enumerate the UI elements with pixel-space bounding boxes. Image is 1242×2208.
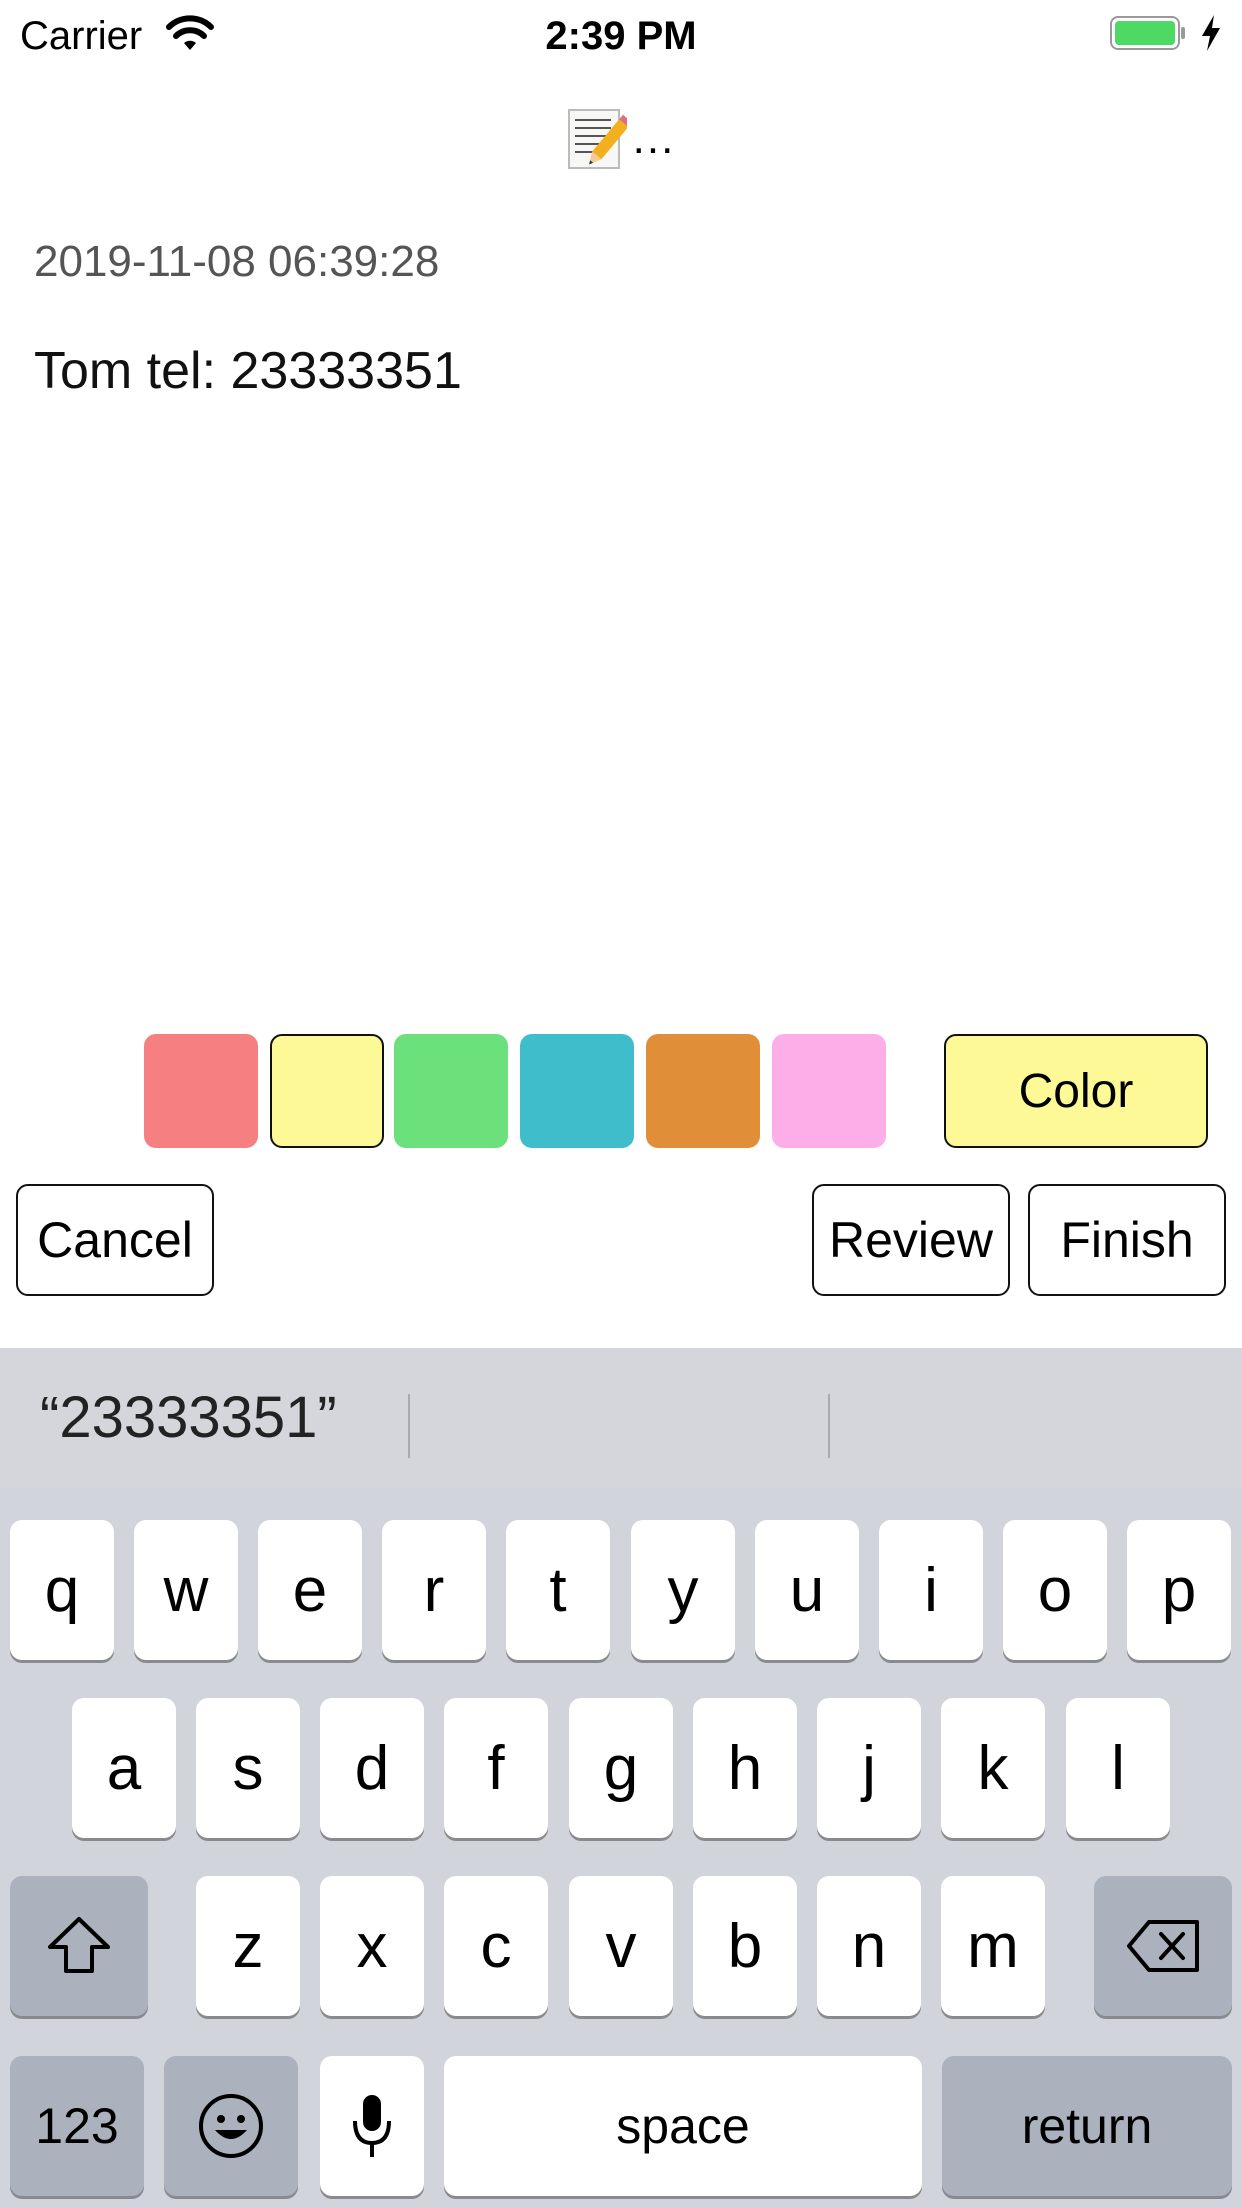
shift-key[interactable] <box>10 1876 148 2016</box>
finish-button[interactable]: Finish <box>1028 1184 1226 1296</box>
emoji-icon <box>199 2094 263 2158</box>
numbers-key-label: 123 <box>35 2098 119 2154</box>
key-g[interactable]: g <box>569 1698 673 1838</box>
numbers-key[interactable]: 123 <box>10 2056 144 2196</box>
battery-icon <box>1110 16 1185 50</box>
keyboard: “23333351” q w e r t y u i o p a s d f g… <box>0 1348 1242 2208</box>
review-button[interactable]: Review <box>812 1184 1010 1296</box>
space-key[interactable]: space <box>444 2056 922 2196</box>
color-button[interactable]: Color <box>944 1034 1208 1148</box>
return-key-label: return <box>1021 2098 1153 2154</box>
status-time: 2:39 PM <box>545 14 697 58</box>
key-m[interactable]: m <box>941 1876 1045 2016</box>
key-x[interactable]: x <box>320 1876 424 2016</box>
key-i[interactable]: i <box>879 1520 983 1660</box>
prediction-bar: “23333351” <box>0 1348 1242 1488</box>
prediction-divider <box>408 1394 410 1458</box>
key-q[interactable]: q <box>10 1520 114 1660</box>
note-text-editor[interactable]: Tom tel: 23333351 <box>34 338 462 404</box>
key-p[interactable]: p <box>1127 1520 1231 1660</box>
dictation-key[interactable] <box>320 2056 424 2196</box>
key-k[interactable]: k <box>941 1698 1045 1838</box>
prediction-divider <box>828 1394 830 1458</box>
delete-key[interactable] <box>1094 1876 1232 2016</box>
key-f[interactable]: f <box>444 1698 548 1838</box>
key-a[interactable]: a <box>72 1698 176 1838</box>
key-z[interactable]: z <box>196 1876 300 2016</box>
note-date: 2019-11-08 06:39:28 <box>34 237 440 286</box>
key-l[interactable]: l <box>1066 1698 1170 1838</box>
shift-arrow-icon <box>48 1917 110 1973</box>
key-u[interactable]: u <box>755 1520 859 1660</box>
cancel-button[interactable]: Cancel <box>16 1184 214 1296</box>
key-d[interactable]: d <box>320 1698 424 1838</box>
key-o[interactable]: o <box>1003 1520 1107 1660</box>
color-swatch-pink[interactable] <box>772 1034 886 1148</box>
key-y[interactable]: y <box>631 1520 735 1660</box>
key-v[interactable]: v <box>569 1876 673 2016</box>
prediction-suggestion[interactable]: “23333351” <box>40 1378 337 1458</box>
key-t[interactable]: t <box>506 1520 610 1660</box>
key-e[interactable]: e <box>258 1520 362 1660</box>
color-swatch-yellow[interactable] <box>270 1034 384 1148</box>
key-c[interactable]: c <box>444 1876 548 2016</box>
key-s[interactable]: s <box>196 1698 300 1838</box>
space-key-label: space <box>616 2098 750 2154</box>
key-j[interactable]: j <box>817 1698 921 1838</box>
color-swatch-teal[interactable] <box>520 1034 634 1148</box>
nav-title-text: ... <box>632 114 676 163</box>
key-n[interactable]: n <box>817 1876 921 2016</box>
microphone-icon <box>353 2095 391 2157</box>
color-swatch-red[interactable] <box>144 1034 258 1148</box>
key-b[interactable]: b <box>693 1876 797 2016</box>
backspace-icon <box>1127 1920 1199 1972</box>
key-r[interactable]: r <box>382 1520 486 1660</box>
memo-icon <box>567 109 627 169</box>
color-swatch-green[interactable] <box>394 1034 508 1148</box>
emoji-key[interactable] <box>164 2056 298 2196</box>
nav-title: ... <box>0 102 1242 176</box>
key-w[interactable]: w <box>134 1520 238 1660</box>
color-swatch-orange[interactable] <box>646 1034 760 1148</box>
return-key[interactable]: return <box>942 2056 1232 2196</box>
charging-bolt-icon <box>1202 15 1220 51</box>
key-h[interactable]: h <box>693 1698 797 1838</box>
